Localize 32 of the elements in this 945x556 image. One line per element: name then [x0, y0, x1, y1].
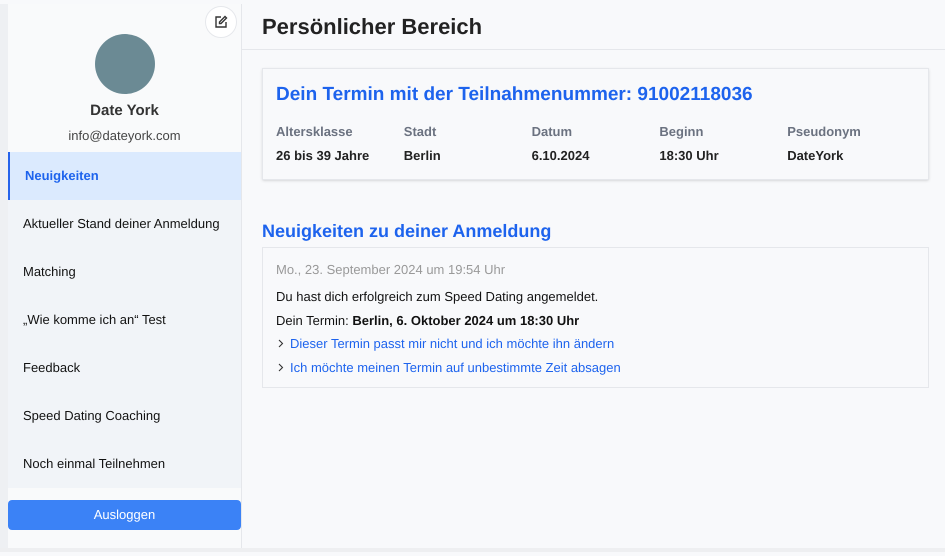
nav-item[interactable]: Speed Dating Coaching [8, 392, 241, 440]
user-email: info@dateyork.com [67, 126, 182, 145]
field-value: 6.10.2024 [532, 147, 590, 165]
page-title: Persönlicher Bereich [262, 13, 482, 41]
appointment-heading: Dein Termin mit der Teilnahmenummer: 91002118036 [276, 83, 754, 107]
field-value: 26 bis 39 Jahre [276, 147, 370, 165]
edit-button[interactable] [205, 6, 237, 38]
news-timestamp: Mo., 23. September 2024 um 19:54 Uhr [276, 260, 506, 279]
chevron-right-icon [278, 339, 284, 348]
field-value: 18:30 Uhr [659, 147, 720, 165]
news-text: Dein Termin: Berlin, 6. Oktober 2024 um 18:30 Uhr [276, 312, 580, 330]
nav-item[interactable]: Feedback [8, 344, 241, 392]
field-value: DateYork [787, 147, 844, 165]
user-name: Date York [89, 101, 160, 121]
chevron-right-icon [278, 362, 284, 372]
field-label: Datum [532, 122, 574, 140]
logout-button[interactable]: Ausloggen [8, 500, 241, 530]
field-label: Pseudonym [787, 122, 862, 141]
news-heading: Neuigkeiten zu deiner Anmeldung [262, 220, 552, 243]
nav-item[interactable]: „Wie komme ich an“ Test [8, 296, 241, 344]
news-link[interactable]: Ich möchte meinen Termin auf unbestimmte Zeit absagen [290, 358, 621, 377]
news-link[interactable]: Dieser Termin passt mir nicht und ich möchte ihn ändern [290, 334, 614, 354]
field-label: Altersklasse [276, 122, 354, 140]
nav-item[interactable]: Matching [8, 248, 241, 296]
field-label: Beginn [659, 122, 704, 141]
field-label: Stadt [404, 122, 438, 140]
field-value: Berlin [404, 147, 442, 165]
nav-item[interactable]: Neuigkeiten [8, 152, 241, 200]
edit-icon [214, 15, 228, 29]
news-text: Du hast dich erfolgreich zum Speed Dating angemeldet. [276, 288, 600, 306]
nav-item[interactable]: Aktueller Stand deiner Anmeldung [8, 200, 241, 248]
nav-item[interactable]: Noch einmal Teilnehmen [8, 440, 241, 488]
